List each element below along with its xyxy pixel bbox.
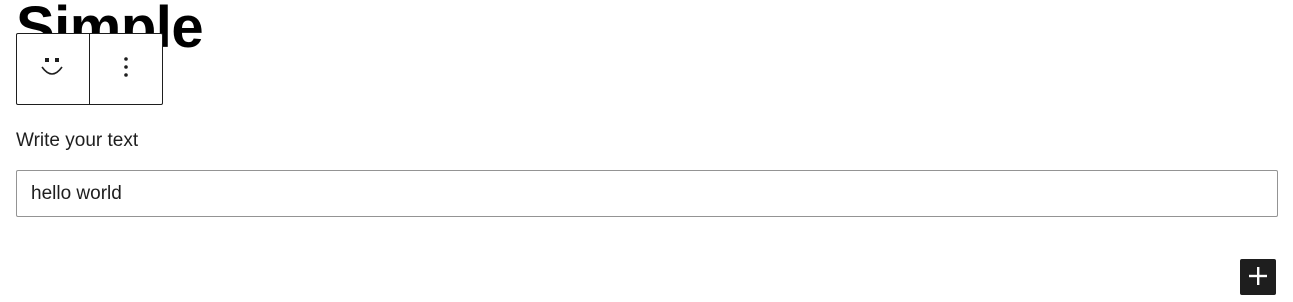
block-inserter-button[interactable] <box>1240 259 1276 295</box>
plus-icon <box>1247 265 1269 290</box>
block-toolbar <box>16 33 163 105</box>
more-vertical-icon <box>123 55 129 84</box>
block-options-button[interactable] <box>89 34 162 104</box>
block-type-button[interactable] <box>17 34 89 104</box>
text-input[interactable] <box>16 170 1278 217</box>
field-label: Write your text <box>16 130 139 151</box>
editor-canvas: Simple Write your text <box>0 0 1293 302</box>
smiley-icon <box>40 55 66 84</box>
